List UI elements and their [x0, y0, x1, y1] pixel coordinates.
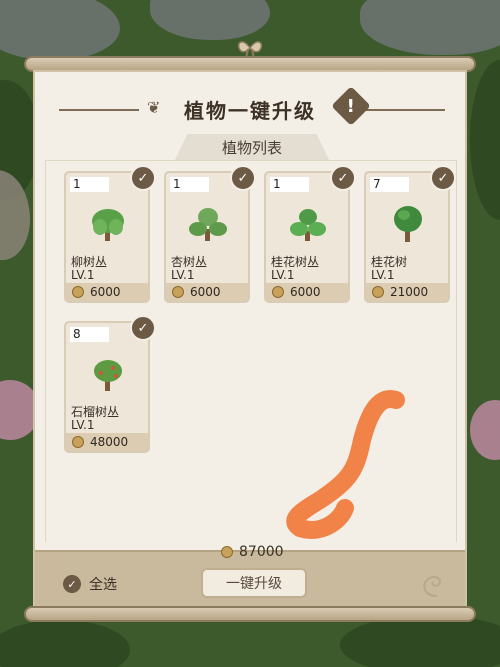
plant-cost-value: 48000: [90, 435, 129, 449]
willow-tree-icon: [92, 209, 124, 241]
plant-level: LV.1: [71, 418, 95, 432]
plant-cost: 6000: [266, 283, 348, 301]
plant-cost: 48000: [66, 433, 148, 451]
swirl-icon: ❦: [147, 98, 161, 117]
plant-card[interactable]: 1 ✓ 桂花树丛 LV.1 6000: [264, 165, 356, 303]
plant-cost: 21000: [366, 283, 448, 301]
plant-level: LV.1: [371, 268, 395, 282]
check-icon[interactable]: ✓: [130, 165, 156, 191]
check-icon[interactable]: ✓: [430, 165, 456, 191]
plant-card[interactable]: 1 ✓ 柳树丛 LV.1 6000: [64, 165, 156, 303]
plant-quantity: 7: [370, 177, 409, 192]
plant-level: LV.1: [71, 268, 95, 282]
select-all-toggle[interactable]: ✓ 全选: [63, 574, 117, 594]
pomegranate-bush-icon: [94, 360, 122, 391]
plant-card[interactable]: 1 ✓ 杏树丛 LV.1 6000: [164, 165, 256, 303]
title-divider-left: [59, 109, 139, 111]
total-cost-value: 87000: [239, 544, 284, 560]
plant-list-header: 植物列表: [175, 134, 329, 160]
plant-quantity: 8: [70, 327, 109, 342]
plant-quantity: 1: [70, 177, 109, 192]
plant-list: 1 ✓ 柳树丛 LV.1 6000 1 ✓ 杏树丛 LV.1 6000 1 ✓ …: [45, 160, 457, 542]
check-icon[interactable]: ✓: [130, 315, 156, 341]
plant-cost-value: 6000: [90, 285, 121, 299]
select-all-label: 全选: [89, 577, 117, 593]
plant-quantity: 1: [170, 177, 209, 192]
total-cost: 87000: [215, 544, 284, 560]
check-icon[interactable]: ✓: [230, 165, 256, 191]
plant-cost: 6000: [166, 283, 248, 301]
title-divider-right: [365, 109, 445, 111]
osmanthus-bush-icon: [290, 209, 326, 241]
plant-quantity: 1: [270, 177, 309, 192]
apricot-tree-icon: [189, 208, 227, 241]
panel-title: 植物一键升级: [178, 94, 322, 124]
coin-icon: [221, 546, 233, 558]
plant-cost: 6000: [66, 283, 148, 301]
coin-icon: [72, 286, 84, 298]
plant-level: LV.1: [271, 268, 295, 282]
plant-cost-value: 21000: [390, 285, 429, 299]
coin-icon: [372, 286, 384, 298]
scroll-bottom-rod: [24, 606, 476, 622]
plant-card[interactable]: 7 ✓ 桂花树 LV.1 21000: [364, 165, 456, 303]
coin-icon: [172, 286, 184, 298]
plant-level: LV.1: [171, 268, 195, 282]
plant-card[interactable]: 8 ✓ 石榴树丛 LV.1 48000: [64, 315, 156, 453]
coin-icon: [272, 286, 284, 298]
title-bar: ❦ 植物一键升级 !: [35, 86, 465, 126]
plant-cost-value: 6000: [290, 285, 321, 299]
info-icon[interactable]: !: [331, 86, 371, 126]
cloud-swirl-icon: [423, 576, 441, 597]
plant-cost-value: 6000: [190, 285, 221, 299]
osmanthus-tree-icon: [394, 206, 422, 242]
one-click-upgrade-button[interactable]: 一键升级: [201, 568, 307, 598]
upgrade-panel: ❦ 植物一键升级 ! 植物列表 1 ✓ 柳树丛 LV.1 6000 1 ✓ 杏树…: [33, 70, 467, 608]
panel-footer: 87000 ✓ 全选 一键升级: [35, 544, 465, 608]
check-icon: ✓: [63, 575, 81, 593]
coin-icon: [72, 436, 84, 448]
check-icon[interactable]: ✓: [330, 165, 356, 191]
